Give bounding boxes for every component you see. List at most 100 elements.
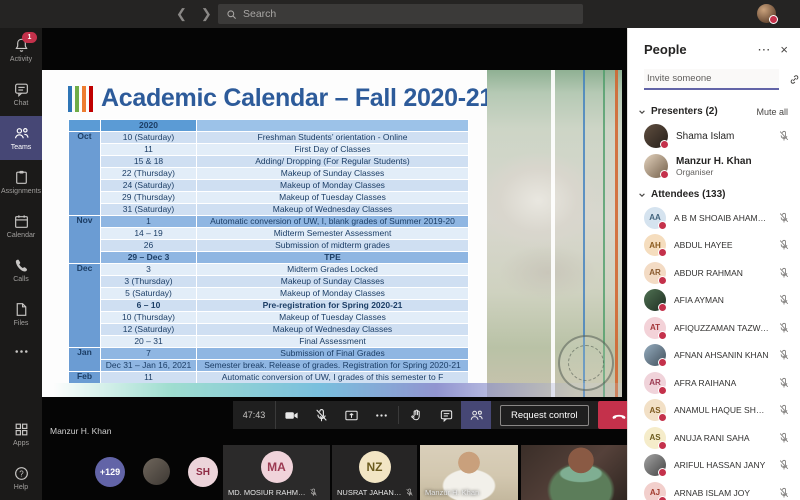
date-cell: 5 (Saturday) <box>101 288 197 300</box>
copy-link-icon[interactable] <box>788 73 800 86</box>
share-screen-button[interactable] <box>336 401 366 429</box>
calendar-header-row: 2020 <box>69 120 469 132</box>
date-cell: 11 <box>101 144 197 156</box>
sidebar-item-calls[interactable]: Calls <box>0 248 42 292</box>
photo-avatar <box>644 154 668 178</box>
initials-avatar: MA <box>261 451 293 483</box>
mic-muted-icon <box>778 239 790 251</box>
initials-avatar: AR <box>644 372 666 394</box>
attendee-list: AAA B M SHOAIB AHAMMADAHABDUL HAYEEARABD… <box>628 204 800 500</box>
chevron-down-icon[interactable] <box>638 108 646 116</box>
participants-button[interactable] <box>461 401 491 429</box>
decorative-stripe <box>551 70 555 397</box>
initials-avatar: AH <box>644 234 666 256</box>
mute-all-button[interactable]: Mute all <box>756 107 788 117</box>
attendee-row[interactable]: AFIA AYMAN <box>628 287 800 315</box>
participant-avatar[interactable]: SH <box>188 457 218 487</box>
back-icon[interactable]: ❮ <box>176 6 187 22</box>
date-cell: 3 (Thursday) <box>101 276 197 288</box>
event-cell: Makeup of Wednesday Classes <box>197 324 469 336</box>
people-panel-title: People <box>644 42 747 57</box>
attendee-row[interactable]: ARAFRA RAIHANA <box>628 369 800 397</box>
invite-someone-input[interactable] <box>644 69 779 90</box>
call-toolbar: 47:43 Request control <box>233 401 628 429</box>
sidebar-item-help[interactable]: ? Help <box>0 456 42 500</box>
mic-muted-icon <box>314 408 329 423</box>
chevron-down-icon[interactable] <box>638 191 646 199</box>
participant-tile[interactable]: MAMD. MOSIUR RAHM… <box>223 445 330 500</box>
panel-more-icon[interactable]: ⋯ <box>757 43 770 56</box>
sidebar-item-apps[interactable]: Apps <box>0 412 42 456</box>
month-cell: Feb <box>69 372 101 384</box>
attendee-name: ABDUR RAHMAN <box>674 268 770 278</box>
sidebar-item-assignments[interactable]: Assignments <box>0 160 42 204</box>
request-control-button[interactable]: Request control <box>500 405 589 426</box>
sidebar-item-activity[interactable]: 1 Activity <box>0 28 42 72</box>
sidebar-item-more[interactable] <box>0 336 42 366</box>
attendee-row[interactable]: AH ABDUL HAYEE <box>628 232 800 260</box>
calendar-row: Dec3Midterm Grades Locked <box>69 264 469 276</box>
sidebar-label: Chat <box>14 100 29 107</box>
attendee-row[interactable]: AFNAN AHSANIN KHAN <box>628 342 800 370</box>
chat-button[interactable] <box>431 401 461 429</box>
hang-up-button[interactable] <box>598 401 628 429</box>
attendee-row[interactable]: ASANAMUL HAQUE SHADIN <box>628 397 800 425</box>
calendar-row: Nov1Automatic conversion of UW, I, blank… <box>69 216 469 228</box>
search-input[interactable]: Search <box>218 4 583 24</box>
attendee-row[interactable]: ARABDUR RAHMAN <box>628 259 800 287</box>
panel-close-icon[interactable]: × <box>780 43 788 56</box>
attendee-row[interactable]: ARIFUL HASSAN JANY <box>628 452 800 480</box>
slide-bottom-gradient <box>42 383 622 397</box>
more-dots-icon <box>13 343 30 360</box>
event-cell: Automatic conversion of UW, I, blank gra… <box>197 216 469 228</box>
calendar-row: 20 – 31Final Assessment <box>69 336 469 348</box>
sidebar-item-chat[interactable]: Chat <box>0 72 42 116</box>
camera-button[interactable] <box>276 401 306 429</box>
attendee-row[interactable]: AJARNAB ISLAM JOY <box>628 479 800 500</box>
photo-avatar <box>644 454 666 476</box>
sidebar-item-files[interactable]: Files <box>0 292 42 336</box>
participant-tile[interactable]: NZNUSRAT JAHAN ZERIN <box>332 445 417 500</box>
presenter-row[interactable]: Manzur H. KhanOrganiser <box>628 151 800 181</box>
attendee-name: A B M SHOAIB AHAMMAD <box>674 213 770 223</box>
mic-mute-button[interactable] <box>306 401 336 429</box>
attendee-row[interactable]: ASANUJA RANI SAHA <box>628 424 800 452</box>
attendee-name: ANAMUL HAQUE SHADIN <box>674 405 770 415</box>
calendar-row: 3 (Thursday)Makeup of Sunday Classes <box>69 276 469 288</box>
more-actions-button[interactable] <box>366 401 396 429</box>
event-cell: Submission of Final Grades <box>197 348 469 360</box>
month-cell: Dec <box>69 264 101 348</box>
presenters-header: Presenters (2) <box>651 106 751 117</box>
initials-avatar: AJ <box>644 482 666 500</box>
attendee-row[interactable]: ATAFIQUZZAMAN TAZWAR <box>628 314 800 342</box>
month-cell: Jan <box>69 348 101 372</box>
raise-hand-button[interactable] <box>401 401 431 429</box>
event-cell: Midterm Semester Assessment <box>197 228 469 240</box>
sidebar-item-teams[interactable]: Teams <box>0 116 42 160</box>
event-cell: Makeup of Wednesday Classes <box>197 204 469 216</box>
overflow-count[interactable]: +129 <box>95 457 125 487</box>
forward-icon[interactable]: ❯ <box>201 6 212 22</box>
date-cell: 3 <box>101 264 197 276</box>
people-panel: People ⋯ × Presenters (2) Mute all Shama… <box>627 28 800 500</box>
mic-muted-icon <box>405 488 414 497</box>
sidebar-item-calendar[interactable]: Calendar <box>0 204 42 248</box>
presence-busy-dot <box>658 413 667 422</box>
photo-avatar <box>644 344 666 366</box>
attendee-name: ABDUL HAYEE <box>674 240 770 250</box>
presence-busy-dot <box>658 331 667 340</box>
video-tile[interactable] <box>521 445 628 500</box>
presenter-name: Shama Islam <box>676 131 770 142</box>
video-tile[interactable]: Manzur H. Khan <box>420 445 518 500</box>
attendee-row[interactable]: AAA B M SHOAIB AHAMMAD <box>628 204 800 232</box>
event-cell: Makeup of Monday Classes <box>197 288 469 300</box>
presenter-row[interactable]: Shama Islam <box>628 121 800 151</box>
date-cell: 26 <box>101 240 197 252</box>
user-avatar[interactable] <box>757 4 776 23</box>
participant-avatar[interactable] <box>143 458 170 485</box>
event-cell: Makeup of Monday Classes <box>197 180 469 192</box>
calendar-row: Oct10 (Saturday)Freshman Students’ orien… <box>69 132 469 144</box>
presence-busy-dot <box>658 248 667 257</box>
calendar-row: 6 – 10Pre-registration for Spring 2020-2… <box>69 300 469 312</box>
attendee-name: ANUJA RANI SAHA <box>674 433 770 443</box>
